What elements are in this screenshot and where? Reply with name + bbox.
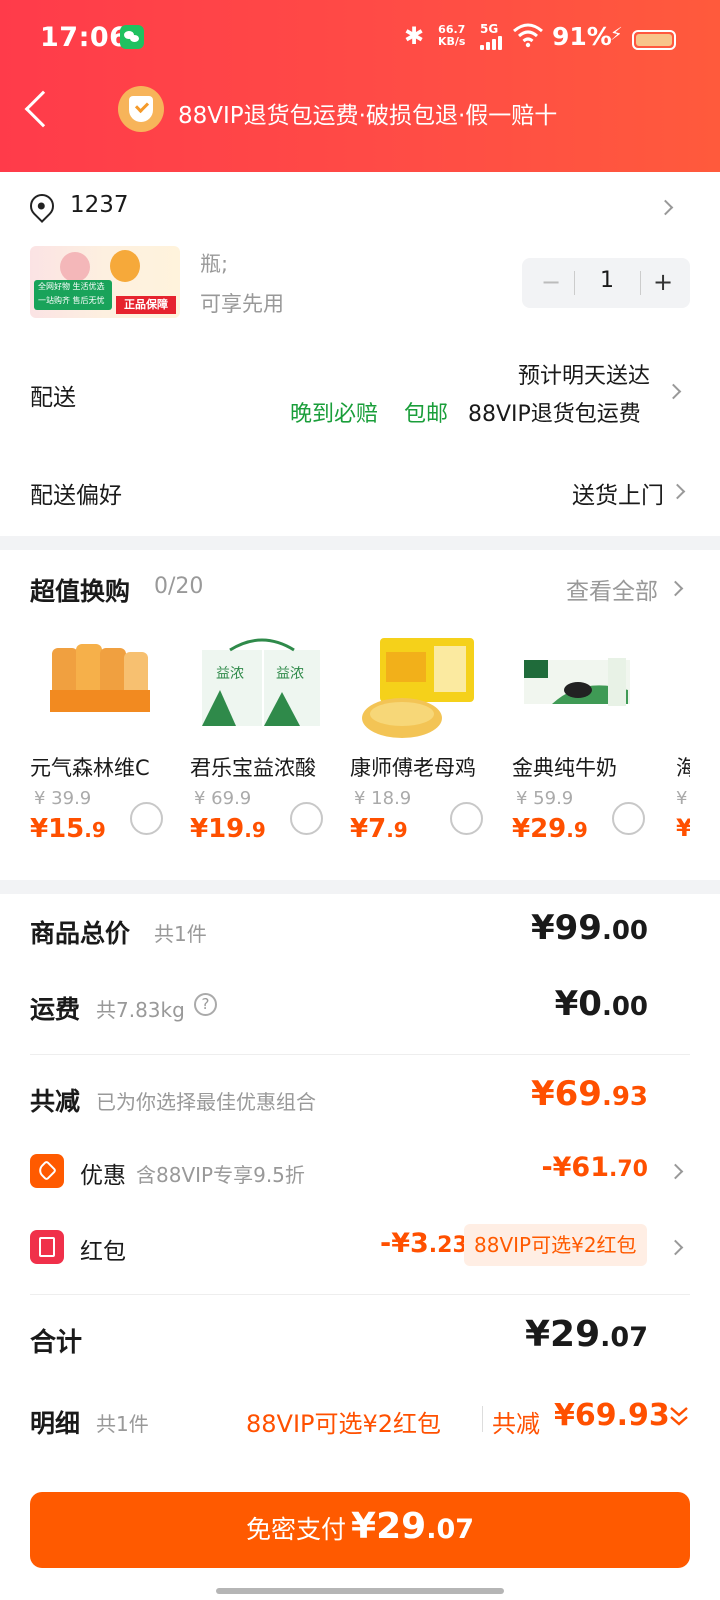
discount-tag-icon (30, 1154, 64, 1188)
chevron-right-icon (667, 1163, 684, 1180)
deal-original-price: ¥ 39.9 (34, 788, 92, 809)
shipping-label: 运费 (30, 995, 81, 1024)
bluetooth-icon: ✱ (404, 22, 425, 50)
help-icon[interactable]: ? (194, 993, 217, 1016)
deal-name: 康师傅老母鸡 (350, 756, 476, 780)
chevron-right-icon (657, 199, 674, 216)
deal-select-radio[interactable] (450, 802, 483, 835)
red-packet-label: 红包 (80, 1239, 126, 1265)
deal-price: ¥29.9 (512, 814, 588, 844)
deal-price: ¥19.9 (190, 814, 266, 844)
deal-original-price: ¥ 59.9 (516, 788, 574, 809)
detail-count: 共1件 (96, 1412, 149, 1436)
chevron-right-icon (667, 580, 684, 597)
location-pin-icon (25, 189, 59, 223)
total-reduction-note: 已为你选择最佳优惠组合 (96, 1090, 316, 1114)
delivery-label: 配送 (30, 385, 76, 411)
discount-label: 优惠 (80, 1163, 126, 1189)
svg-text:益浓: 益浓 (276, 666, 304, 682)
quantity-value[interactable]: 1 (582, 268, 632, 293)
order-info-card: 1237 全网好物 生活优选 一站购齐 售后无忧 正品保障 瓶; 可享先用 − 1… (0, 172, 720, 536)
deal-original-price: ¥ 18.9 (354, 788, 412, 809)
delivery-pref-label: 配送偏好 (30, 483, 122, 509)
deal-name: 君乐宝益浓酸 (190, 756, 316, 780)
deal-price: ¥7.9 (350, 814, 408, 844)
detail-reduce-value: ¥69.93 (554, 1398, 670, 1433)
back-arrow-icon[interactable] (24, 90, 62, 128)
pay-label: 免密支付 (245, 1515, 346, 1544)
product-spec: 瓶; (200, 252, 229, 276)
deal-image (50, 644, 150, 712)
wechat-icon (120, 25, 144, 49)
svg-text:益浓: 益浓 (216, 666, 244, 682)
detail-label: 明细 (30, 1409, 81, 1438)
deals-title: 超值换购 (30, 577, 131, 606)
chevron-right-icon (665, 383, 682, 400)
deals-count: 0/20 (154, 574, 204, 599)
pay-button[interactable]: 免密支付 ¥29.07 (30, 1492, 690, 1568)
pay-amount-decimal: .07 (426, 1514, 475, 1545)
pay-amount: ¥29 (351, 1506, 427, 1547)
view-all-link[interactable]: 查看全部 (566, 572, 658, 606)
header: 17:06 ✱ 66.7 KB/s 5G 91% ⚡ 88VIP退货包运费·破损… (0, 0, 720, 172)
deal-select-radio[interactable] (130, 802, 163, 835)
status-time: 17:06 (40, 22, 129, 53)
home-indicator[interactable] (216, 1588, 504, 1594)
total-reduction-label: 共减 (30, 1087, 81, 1116)
delivery-pref-value: 送货上门 (572, 483, 664, 509)
product-note: 可享先用 (200, 292, 284, 316)
signal-icon (480, 36, 502, 50)
detail-vip-redpack: 88VIP可选¥2红包 (246, 1410, 442, 1438)
status-bar: 17:06 ✱ 66.7 KB/s 5G 91% ⚡ (0, 0, 720, 78)
product-image[interactable]: 全网好物 生活优选 一站购齐 售后无忧 正品保障 (30, 246, 180, 318)
battery-percent: 91% (552, 22, 612, 51)
header-title: 88VIP退货包运费·破损包退·假一赔十 (178, 103, 558, 129)
discount-value: -¥61.70 (541, 1152, 648, 1183)
deal-name: 元气森林维C (30, 756, 150, 780)
charging-icon: ⚡ (610, 24, 623, 45)
shipping-weight: 共7.83kg (96, 998, 185, 1022)
chevron-right-icon (669, 483, 686, 500)
total-label: 合计 (30, 1328, 83, 1358)
battery-icon (632, 30, 676, 50)
decrease-button[interactable]: − (536, 268, 566, 298)
goods-count: 共1件 (154, 922, 207, 946)
shipping-value: ¥0.00 (554, 984, 648, 1024)
deal-original-price: ¥ 69.9 (194, 788, 252, 809)
red-packet-value: -¥3.23 (380, 1228, 468, 1259)
wifi-icon (512, 22, 544, 54)
deal-image: 益浓 益浓 (202, 638, 320, 726)
address-text: 1237 (70, 192, 129, 218)
deal-image (524, 658, 630, 706)
chevron-right-icon (667, 1239, 684, 1256)
deals-card: 超值换购 0/20 查看全部 元气森林维C ¥ 39.9 ¥15.9 益浓 益浓… (0, 550, 720, 880)
late-compensation-tag: 晚到必赔 (290, 402, 379, 427)
free-shipping-tag: 包邮 (404, 402, 449, 427)
deal-name: 金典纯牛奶 (512, 756, 617, 780)
increase-button[interactable]: + (648, 268, 678, 298)
red-packet-tag: 88VIP可选¥2红包 (464, 1224, 647, 1266)
network-type: 5G (480, 22, 499, 36)
total-reduction-value: ¥69.93 (530, 1074, 648, 1114)
deal-price: ¥15.9 (30, 814, 106, 844)
goods-total-label: 商品总价 (30, 919, 131, 948)
discount-note: 含88VIP专享9.5折 (136, 1163, 305, 1187)
vip-return-tag: 88VIP退货包运费 (468, 402, 641, 427)
deal-select-radio[interactable] (612, 802, 645, 835)
delivery-eta: 预计明天送达 (517, 364, 650, 389)
deal-select-radio[interactable] (290, 802, 323, 835)
goods-total-value: ¥99.00 (530, 908, 648, 948)
network-speed: 66.7 KB/s (438, 23, 466, 48)
chevron-double-down-icon[interactable] (668, 1402, 690, 1432)
deal-image (362, 638, 474, 738)
red-packet-icon (30, 1230, 64, 1264)
shield-icon (118, 86, 164, 132)
detail-reduce-label: 共减 (492, 1410, 540, 1438)
quantity-stepper: − 1 + (522, 258, 690, 308)
deal-item-partial[interactable]: 海 ¥ ¥ (676, 630, 690, 860)
total-value: ¥29.07 (525, 1314, 648, 1355)
